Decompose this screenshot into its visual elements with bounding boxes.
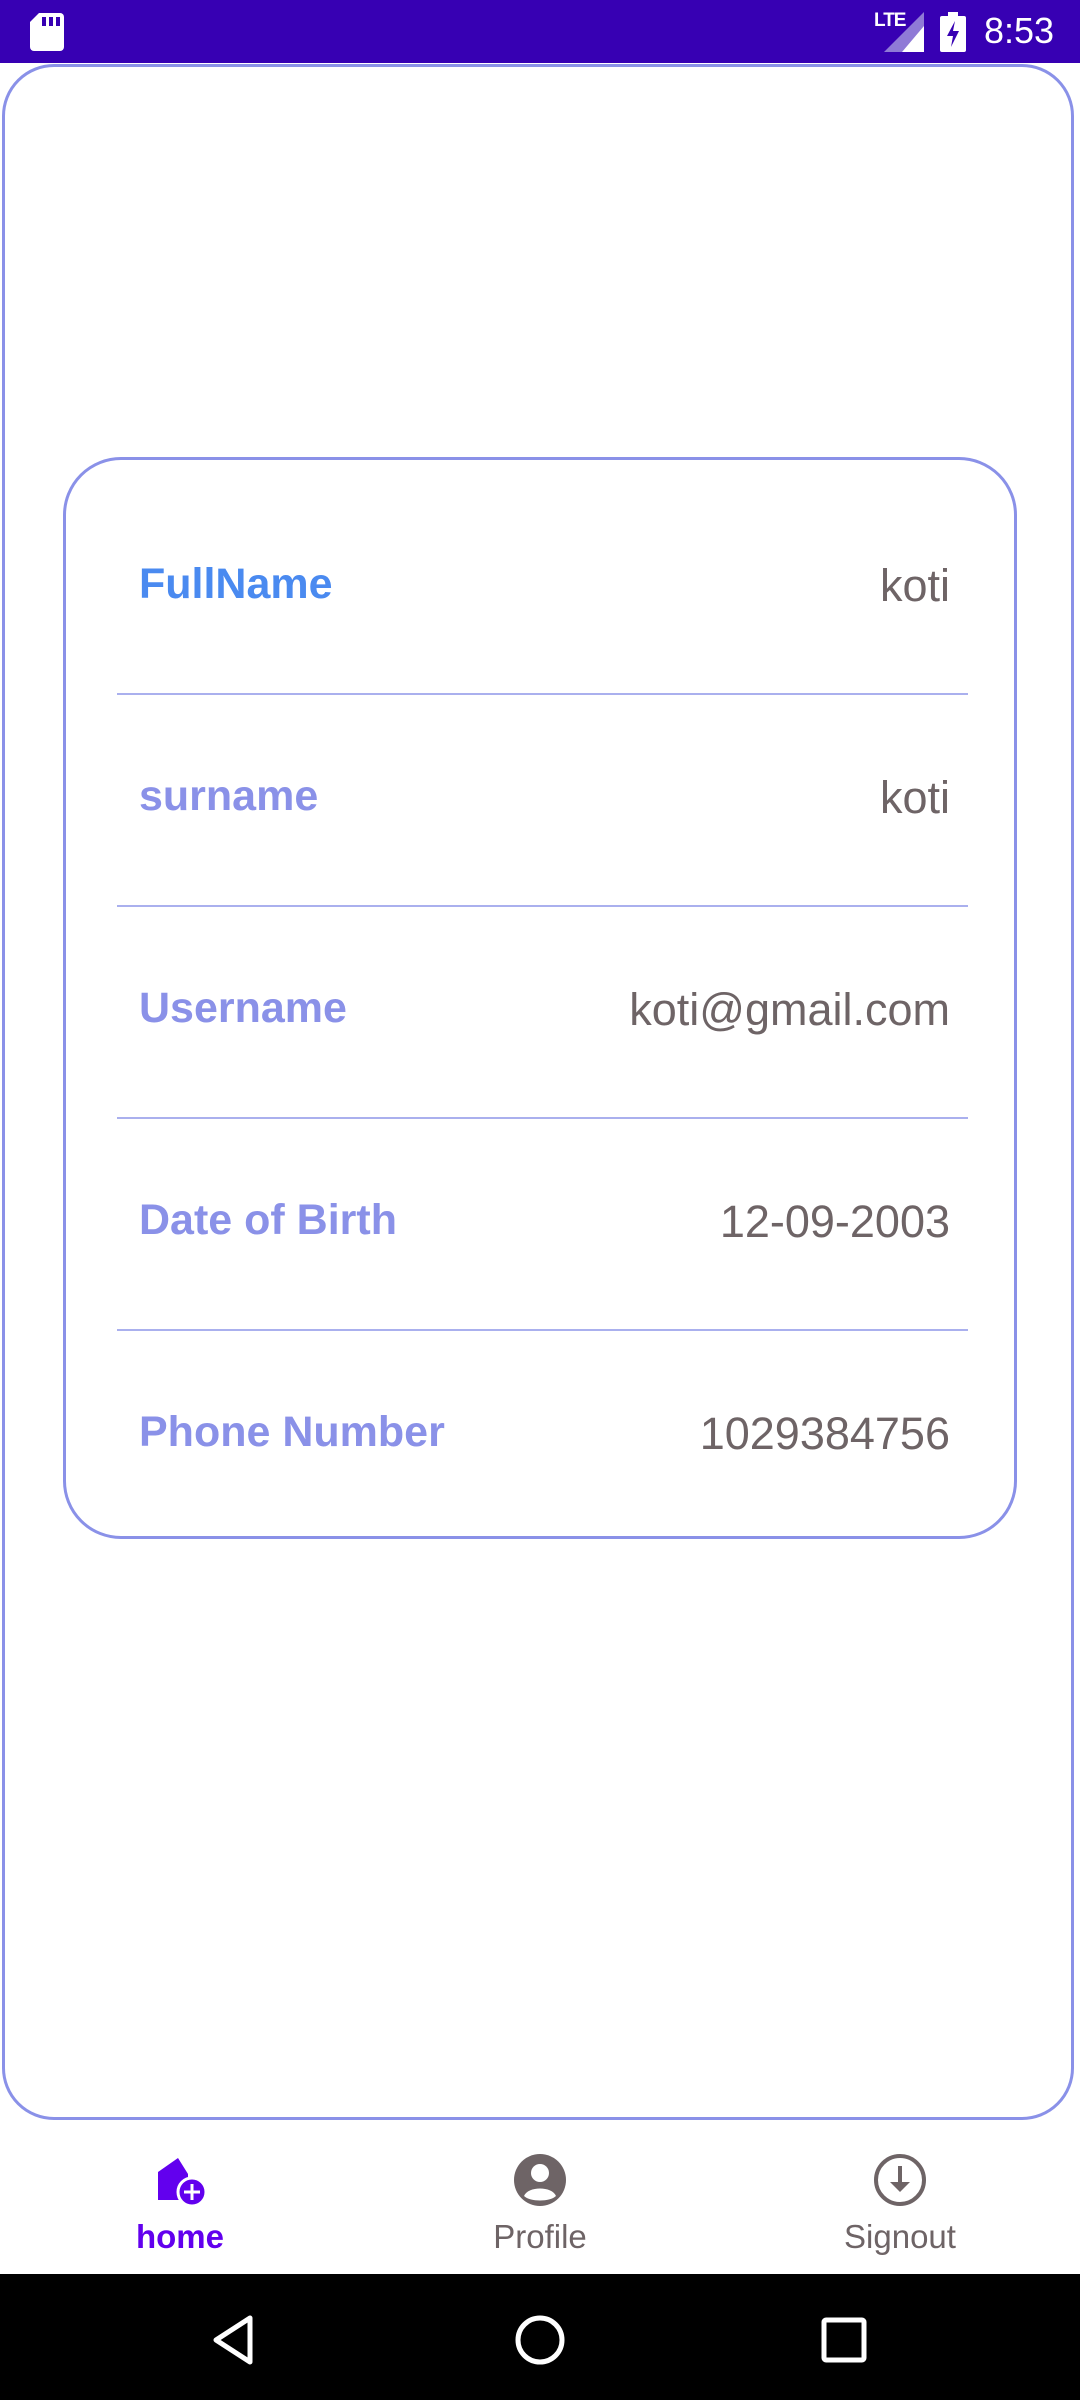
row-divider <box>117 1117 968 1119</box>
nav-home-label: home <box>135 2218 224 2255</box>
download-circle-icon <box>874 2154 926 2206</box>
sd-card-icon <box>30 13 64 51</box>
network-type-label: LTE <box>874 10 907 31</box>
status-bar: LTE 8:53 <box>0 0 1080 63</box>
nav-profile-label: Profile <box>493 2218 587 2255</box>
profile-card: FullName koti surname koti Username koti… <box>63 457 1017 1539</box>
account-circle-icon <box>514 2154 566 2206</box>
nav-signout-label: Signout <box>844 2218 956 2255</box>
nav-item-home[interactable]: home <box>0 2126 360 2274</box>
recents-icon[interactable] <box>816 2312 872 2368</box>
username-value: koti@gmail.com <box>629 984 950 1035</box>
dob-label: Date of Birth <box>139 1196 397 1244</box>
nav-item-profile[interactable]: Profile <box>360 2126 720 2274</box>
status-clock: 8:53 <box>984 10 1055 51</box>
fullname-value: koti <box>879 560 950 611</box>
row-divider <box>117 693 968 695</box>
row-divider <box>117 905 968 907</box>
back-icon[interactable] <box>208 2312 264 2368</box>
home-circle-icon[interactable] <box>512 2312 568 2368</box>
dob-value: 12-09-2003 <box>719 1196 950 1247</box>
nav-item-signout[interactable]: Signout <box>720 2126 1080 2274</box>
fullname-label: FullName <box>139 560 333 608</box>
phone-value: 1029384756 <box>699 1408 950 1459</box>
home-add-icon <box>158 2158 208 2208</box>
username-label: Username <box>139 984 347 1032</box>
surname-label: surname <box>139 772 319 820</box>
system-navigation-bar <box>0 2274 1080 2400</box>
bottom-navigation: home Profile Signout <box>0 2126 1080 2274</box>
battery-charging-icon <box>940 12 966 52</box>
phone-label: Phone Number <box>139 1408 445 1456</box>
surname-value: koti <box>879 772 950 823</box>
row-divider <box>117 1329 968 1331</box>
